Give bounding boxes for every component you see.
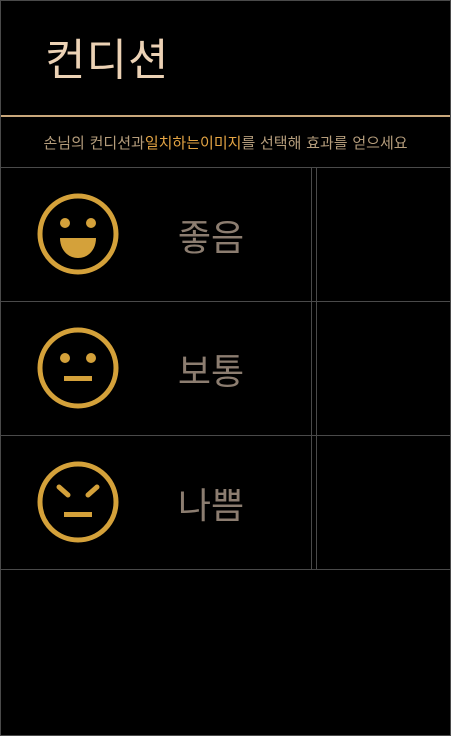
instruction-highlight-match: 일치하는 — [144, 133, 201, 152]
condition-option-normal[interactable]: 보통 — [1, 302, 450, 436]
condition-label-bad: 나쁨 — [177, 485, 245, 527]
condition-effect-cell-normal — [317, 302, 450, 435]
condition-list: 좋음 보통 나쁨 — [1, 168, 450, 570]
condition-label-normal: 보통 — [177, 351, 245, 393]
happy-face-icon — [37, 193, 119, 275]
condition-label-good: 좋음 — [177, 217, 245, 259]
instruction-text: 손님의 컨디션과 일치하는 이미지 를 선택해 효과를 얻으세요 — [1, 117, 450, 168]
app-frame: 컨디션 손님의 컨디션과 일치하는 이미지를 선택해 효과를 얻으세요 좋음 — [0, 0, 451, 736]
condition-effect-cell-good — [317, 168, 450, 301]
header: 컨디션 — [1, 1, 450, 117]
page-title: 컨디션 — [45, 35, 170, 86]
instruction-highlight-image: 이미지 — [200, 133, 242, 152]
angry-face-icon — [37, 461, 119, 543]
neutral-face-icon — [37, 327, 119, 409]
condition-option-good[interactable]: 좋음 — [1, 168, 450, 302]
instruction-part-1: 손님의 컨디션과 — [43, 133, 145, 152]
condition-effect-cell-bad — [317, 436, 450, 569]
instruction-part-3: 를 선택해 효과를 얻으세요 — [241, 133, 408, 152]
condition-option-bad[interactable]: 나쁨 — [1, 436, 450, 570]
